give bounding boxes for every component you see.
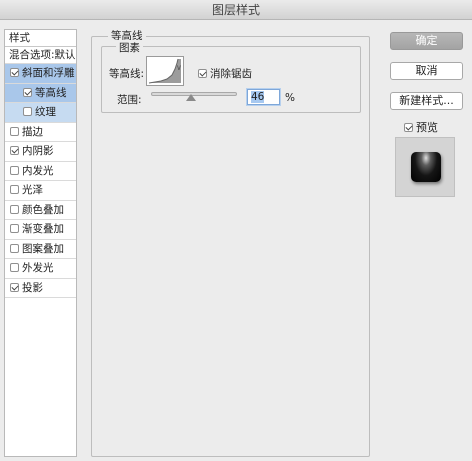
antialias-label: 消除锯齿 [210, 68, 252, 80]
style-preview [395, 137, 455, 197]
style-item-label: 外发光 [22, 262, 54, 274]
checkbox-icon[interactable] [10, 126, 19, 136]
range-label: 范围: [117, 94, 142, 106]
style-item[interactable]: 纹理 [5, 103, 76, 123]
checkmark-icon [404, 123, 413, 132]
style-item-label: 投影 [22, 281, 43, 294]
range-slider-thumb[interactable] [185, 94, 196, 101]
checkbox-icon[interactable] [10, 263, 19, 272]
styles-header: 样式 [5, 30, 76, 47]
range-value: 46 [251, 91, 265, 103]
checkbox-icon[interactable] [10, 68, 19, 77]
style-item[interactable]: 颜色叠加 [5, 201, 76, 220]
range-unit: % [285, 92, 295, 104]
checkbox-icon[interactable] [10, 282, 19, 292]
checkbox-icon[interactable] [10, 224, 19, 233]
preview-label: 预览 [416, 121, 438, 134]
checkbox-icon[interactable] [10, 243, 19, 253]
range-input[interactable]: 46 [247, 89, 280, 105]
checkbox-icon[interactable] [10, 146, 19, 155]
style-item[interactable]: 内阴影 [5, 142, 76, 162]
style-item-label: 渐变叠加 [22, 223, 64, 235]
checkmark-icon [198, 69, 207, 78]
ok-button[interactable]: 确定 [390, 32, 463, 50]
antialias-checkbox[interactable]: 消除锯齿 [198, 66, 252, 81]
checkbox-icon[interactable] [23, 107, 32, 116]
style-item-label: 斜面和浮雕 [22, 67, 75, 79]
new-style-button[interactable]: 新建样式... [390, 92, 463, 110]
checkbox-icon[interactable] [10, 185, 19, 194]
style-item-label: 内阴影 [22, 145, 54, 157]
checkbox-icon[interactable] [10, 165, 19, 175]
style-item[interactable]: 内发光 [5, 162, 76, 181]
style-item[interactable]: 外发光 [5, 259, 76, 279]
cancel-button[interactable]: 取消 [390, 62, 463, 80]
window-titlebar: 图层样式 [0, 0, 472, 20]
styles-list: 样式 混合选项:默认 斜面和浮雕等高线纹理描边内阴影内发光光泽颜色叠加渐变叠加图… [4, 29, 77, 457]
style-item[interactable]: 光泽 [5, 181, 76, 201]
style-item-label: 纹理 [35, 106, 56, 118]
style-item[interactable]: 描边 [5, 123, 76, 142]
preview-thumbnail [411, 152, 441, 182]
checkbox-icon[interactable] [23, 87, 32, 97]
chevron-down-icon[interactable]: ∨ [176, 63, 182, 72]
blend-options-item[interactable]: 混合选项:默认 [5, 47, 76, 64]
style-item[interactable]: 渐变叠加 [5, 220, 76, 240]
style-item-label: 等高线 [35, 86, 67, 99]
style-item-label: 颜色叠加 [22, 203, 64, 216]
style-item-label: 光泽 [22, 184, 43, 196]
contour-label: 等高线: [109, 68, 145, 80]
preview-checkbox[interactable]: 预览 [404, 119, 438, 135]
style-item[interactable]: 图案叠加 [5, 240, 76, 259]
window-title: 图层样式 [211, 3, 260, 17]
style-item[interactable]: 投影 [5, 279, 76, 298]
style-item-label: 图案叠加 [22, 242, 64, 255]
elements-subgroup-title: 图素 [116, 40, 143, 55]
style-item[interactable]: 等高线 [5, 83, 76, 103]
style-item-label: 内发光 [22, 164, 54, 177]
style-item[interactable]: 斜面和浮雕 [5, 64, 76, 84]
blend-options-label: 混合选项:默认 [9, 49, 76, 61]
style-item-label: 描边 [22, 125, 43, 138]
checkbox-icon[interactable] [10, 204, 19, 214]
